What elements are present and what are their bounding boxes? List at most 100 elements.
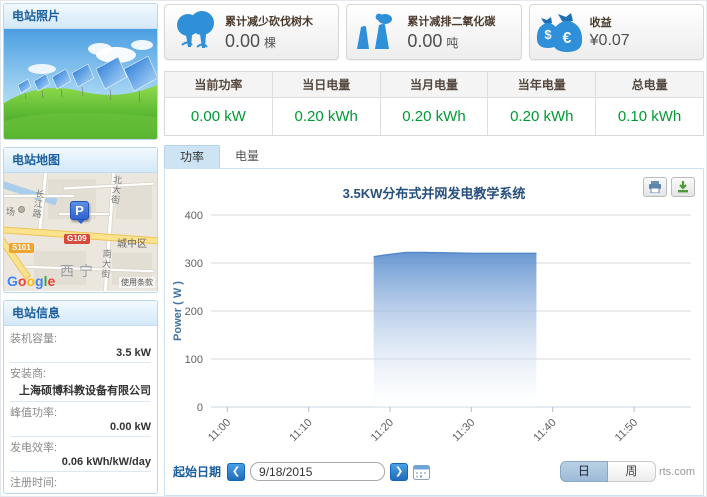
stat-label: 当前功率	[165, 72, 272, 98]
map-panel-title: 电站地图	[4, 148, 157, 173]
chart-panel: 3.5KW分布式并网发电教学系统	[164, 168, 704, 496]
svg-text:0: 0	[197, 402, 203, 414]
print-icon	[648, 181, 662, 193]
card-value: ¥0.07	[590, 32, 630, 50]
map-station-marker[interactable]: P	[70, 201, 89, 220]
map-badge-s101: S101	[9, 243, 34, 253]
info-panel-title: 电站信息	[4, 301, 157, 326]
info-value: 九月.18,2015	[10, 491, 151, 494]
stat-label: 当月电量	[381, 72, 488, 98]
photo-panel-title: 电站照片	[4, 4, 157, 29]
day-view-button[interactable]: 日	[560, 461, 608, 482]
info-row: 注册时间:九月.18,2015	[10, 472, 151, 494]
map-label-square: 场	[6, 205, 15, 218]
card-value: 0.00	[225, 31, 260, 52]
calendar-button[interactable]	[413, 464, 430, 480]
station-map[interactable]: 场 长江路 北大街 南大街 城中区 G109 S101 P 西宁 Google …	[4, 173, 157, 291]
info-label: 注册时间:	[10, 474, 151, 490]
info-value: 上海硕博科教设备有限公司	[10, 382, 151, 398]
info-row: 安装商:上海硕博科教设备有限公司	[10, 363, 151, 402]
map-label-district: 城中区	[117, 235, 147, 250]
svg-text:200: 200	[185, 306, 203, 318]
map-transit-icon	[18, 206, 25, 213]
stat-value: 0.10 kWh	[596, 98, 703, 135]
info-label: 发电效率:	[10, 439, 151, 455]
chart-title: 3.5KW分布式并网发电教学系统	[165, 169, 703, 202]
info-label: 峰值功率:	[10, 404, 151, 420]
download-icon	[677, 181, 689, 193]
stat-cell: 当日电量0.20 kWh	[273, 72, 381, 135]
summary-cards: 累计减少砍伐树木 0.00棵 累计减排二氧化碳 0.00吨	[164, 4, 704, 60]
tab-power[interactable]: 功率	[164, 145, 220, 168]
card-co2-reduced: 累计减排二氧化碳 0.00吨	[346, 4, 521, 60]
station-photo	[4, 29, 157, 139]
sidebar: 电站照片	[3, 3, 158, 496]
card-label: 收益	[590, 14, 630, 30]
start-date-label: 起始日期	[173, 463, 221, 480]
start-date-input[interactable]	[250, 462, 385, 481]
date-toolbar: 起始日期 ❮ ❯ 日 周 rts.com	[165, 453, 703, 490]
map-label-changjiang-road: 长江路	[30, 188, 47, 220]
download-button[interactable]	[671, 177, 695, 197]
tab-energy[interactable]: 电量	[220, 145, 274, 168]
stat-cell: 总电量0.10 kWh	[596, 72, 703, 135]
svg-text:11:30: 11:30	[450, 417, 477, 444]
info-value: 0.06 kWh/kW/day	[10, 456, 151, 468]
week-view-button[interactable]: 周	[608, 461, 656, 482]
stat-cell: 当月电量0.20 kWh	[381, 72, 489, 135]
info-value: 0.00 kW	[10, 421, 151, 433]
card-label: 累计减少砍伐树木	[225, 13, 313, 29]
stat-label: 当年电量	[488, 72, 595, 98]
stat-value: 0.00 kW	[165, 98, 272, 135]
card-trees-saved: 累计减少砍伐树木 0.00棵	[164, 4, 339, 60]
stat-value: 0.20 kWh	[273, 98, 380, 135]
chart-watermark: rts.com	[659, 466, 695, 478]
svg-text:11:10: 11:10	[287, 417, 314, 444]
info-row: 发电效率:0.06 kWh/kW/day	[10, 437, 151, 472]
map-panel: 电站地图 场 长江路 北大街 南大街 城中区	[3, 147, 158, 293]
photo-panel: 电站照片	[3, 3, 158, 140]
pv-dashboard: 电站照片	[0, 0, 707, 497]
map-terms-link[interactable]: 使用条款	[119, 277, 155, 288]
trees-icon	[165, 11, 225, 53]
info-panel: 电站信息 装机容量:3.5 kW安装商:上海硕博科教设备有限公司峰值功率:0.0…	[3, 300, 158, 494]
stat-value: 0.20 kWh	[488, 98, 595, 135]
map-label-south-street: 南大街	[99, 249, 114, 280]
stat-cell: 当前功率0.00 kW	[165, 72, 273, 135]
stat-value: 0.20 kWh	[381, 98, 488, 135]
svg-text:300: 300	[185, 258, 203, 270]
money-bags-icon: $ €	[530, 10, 590, 54]
chart-tabs: 功率 电量	[164, 145, 704, 168]
svg-text:100: 100	[185, 354, 203, 366]
calendar-icon	[413, 464, 430, 480]
station-info-list: 装机容量:3.5 kW安装商:上海硕博科教设备有限公司峰值功率:0.00 kW发…	[4, 326, 157, 494]
prev-date-button[interactable]: ❮	[227, 463, 245, 481]
cooling-towers-icon	[347, 11, 407, 53]
svg-text:11:50: 11:50	[613, 417, 640, 444]
card-unit: 棵	[264, 34, 276, 51]
google-logo[interactable]: Google	[7, 273, 55, 289]
card-unit: 吨	[446, 34, 458, 51]
svg-text:11:20: 11:20	[369, 417, 396, 444]
main-area: 累计减少砍伐树木 0.00棵 累计减排二氧化碳 0.00吨	[164, 4, 704, 496]
card-label: 累计减排二氧化碳	[407, 13, 495, 29]
chart-titlebar: 3.5KW分布式并网发电教学系统	[165, 169, 703, 203]
card-value: 0.00	[407, 31, 442, 52]
svg-text:11:00: 11:00	[206, 417, 233, 444]
next-date-button[interactable]: ❯	[390, 463, 408, 481]
info-row: 峰值功率:0.00 kW	[10, 402, 151, 437]
stat-label: 当日电量	[273, 72, 380, 98]
svg-text:11:40: 11:40	[531, 417, 558, 444]
map-label-city: 西宁	[60, 261, 98, 281]
svg-text:400: 400	[185, 210, 203, 222]
info-row: 装机容量:3.5 kW	[10, 328, 151, 363]
power-area-chart: 0 100 200 300 400 11:00 11:10 11:20 11:30 11:40 11…	[167, 203, 701, 453]
euro-symbol: €	[562, 30, 571, 47]
info-value: 3.5 kW	[10, 347, 151, 359]
dollar-symbol: $	[544, 27, 552, 42]
map-badge-g109: G109	[64, 234, 90, 244]
print-button[interactable]	[643, 177, 667, 197]
stat-cell: 当年电量0.20 kWh	[488, 72, 596, 135]
stat-label: 总电量	[596, 72, 703, 98]
info-label: 安装商:	[10, 365, 151, 381]
